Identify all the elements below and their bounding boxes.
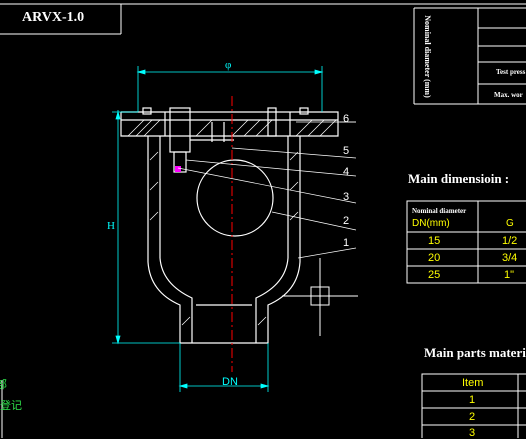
title-block-test-press: Test press [496, 68, 526, 76]
left-margin-text-2: 登记 [0, 399, 22, 412]
item-row-1: 1 [469, 394, 476, 406]
main-dimension-heading: Main dimensioin : [408, 171, 510, 186]
item-row-2: 2 [469, 411, 476, 423]
valve-body-outline [120, 107, 339, 344]
nominal-diameter-header: Nominal diameter [412, 207, 467, 215]
left-margin-text-1: 部 [0, 378, 7, 391]
leader-lines [177, 121, 357, 259]
height-label: H [107, 220, 115, 232]
g-header: G [506, 218, 514, 229]
part-number-5: 5 [343, 145, 350, 157]
dn-label: DN [222, 376, 238, 388]
part-number-1: 1 [343, 237, 350, 249]
part-number-3: 3 [343, 191, 350, 203]
item-header: Item [462, 377, 484, 389]
title-block-max-work: Max. wor [494, 91, 523, 99]
g-row-1: 1/2 [502, 235, 518, 247]
dn-row-3: 25 [428, 269, 441, 281]
dn-row-2: 20 [428, 252, 441, 264]
drawing-title: ARVX-1.0 [22, 10, 85, 25]
valve-seat-magenta [175, 166, 181, 172]
dn-row-1: 15 [428, 235, 441, 247]
dn-unit-header: DN(mm) [412, 218, 450, 229]
g-row-2: 3/4 [502, 252, 518, 264]
diameter-symbol: φ [225, 59, 232, 71]
part-number-6: 6 [343, 113, 350, 125]
parts-material-heading: Main parts material : [424, 345, 526, 360]
item-row-3: 3 [469, 427, 476, 439]
g-row-3: 1" [504, 269, 515, 281]
part-number-2: 2 [343, 215, 350, 227]
part-number-4: 4 [343, 166, 350, 178]
crosshair-cursor [282, 258, 358, 336]
title-block-vertical-label: Nominal diameter (mm) [422, 15, 432, 98]
